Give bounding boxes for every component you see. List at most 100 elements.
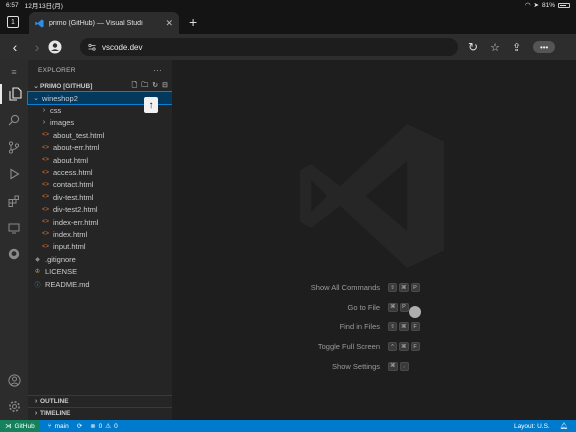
more-menu-button[interactable]: ••• (533, 41, 556, 53)
tree-file[interactable]: ♔ LICENSE (28, 265, 172, 277)
back-button[interactable]: ‹ (4, 39, 26, 55)
shortcut-row[interactable]: Go to File ⌘ P (282, 298, 482, 318)
extensions-icon[interactable] (0, 191, 28, 211)
settings-gear-icon[interactable] (0, 396, 28, 416)
collapse-all-icon[interactable]: ⊟ (162, 81, 168, 92)
timeline-label: TIMELINE (40, 410, 71, 417)
chevron-down-icon: ⌄ (33, 83, 39, 90)
keycap: P (399, 302, 409, 312)
tree-item-label: about-err.html (53, 143, 100, 153)
shortcut-label: Find in Files (339, 322, 380, 332)
forward-button[interactable]: › (26, 39, 48, 55)
tree-item-label: .gitignore (45, 254, 76, 264)
explorer-more-icon[interactable]: ··· (153, 66, 162, 75)
remote-icon: ⋊ (5, 423, 12, 430)
explorer-title: EXPLORER (38, 66, 76, 74)
remote-explorer-icon[interactable] (0, 218, 28, 238)
new-folder-icon[interactable]: 🗀 (141, 81, 148, 92)
refresh-icon[interactable]: ↻ (152, 81, 158, 92)
tree-file[interactable]: <> div-test2.html (28, 204, 172, 216)
tree-file[interactable]: <> div-test.html (28, 191, 172, 203)
source-control-icon[interactable] (0, 137, 28, 157)
tab-switcher-button[interactable]: 1 (7, 16, 19, 28)
html-file-icon: <> (41, 181, 49, 188)
outline-section[interactable]: › OUTLINE (28, 395, 172, 407)
chevron-right-icon: › (42, 107, 46, 115)
shortcut-label: Go to File (347, 302, 380, 312)
tree-file[interactable]: <> about-err.html (28, 142, 172, 154)
remote-indicator[interactable]: ⋊ GitHub (0, 420, 40, 432)
warning-icon: ⚠ (105, 423, 112, 430)
chevron-right-icon: › (34, 398, 38, 405)
github-icon[interactable] (0, 244, 28, 264)
sync-icon: ⟳ (76, 423, 83, 430)
activity-bar: ≡ (0, 60, 28, 420)
welcome-shortcuts: Show All Commands ⇧ ⌘ P Go to File ⌘ P Find in … (282, 278, 482, 376)
tree-file[interactable]: <> contact.html (28, 179, 172, 191)
tree-file[interactable]: ◆ .gitignore (28, 253, 172, 265)
keycap: F (410, 322, 420, 332)
branch-indicator[interactable]: ⑂ main (48, 423, 69, 430)
explorer-icon[interactable] (0, 84, 28, 104)
share-icon[interactable]: ⇪ (512, 41, 521, 54)
branch-icon: ⑂ (47, 422, 52, 430)
battery-fill (560, 4, 567, 6)
keycap: ⇧ (388, 322, 397, 332)
tree-folder[interactable]: › images (28, 117, 172, 129)
repo-section-header[interactable]: ⌄ PRIMO [GITHUB] 🗋 🗀 ↻ ⊟ (28, 80, 172, 92)
tree-file[interactable]: ⓘ README.md (28, 278, 172, 290)
site-info-icon[interactable] (88, 43, 96, 51)
tree-item-label: about.html (53, 155, 89, 165)
account-icon[interactable] (0, 370, 28, 390)
tree-file[interactable]: <> access.html (28, 166, 172, 178)
battery-icon (558, 2, 570, 8)
shortcut-row[interactable]: Find in Files ⇧ ⌘ F (282, 317, 482, 337)
new-file-icon[interactable]: 🗋 (132, 81, 138, 92)
html-file-icon: <> (41, 132, 49, 139)
favorites-icon[interactable]: ☆ (490, 41, 500, 54)
profile-icon[interactable] (48, 40, 62, 54)
vscode-watermark-icon (300, 124, 444, 268)
problems-indicator[interactable]: ⊗ 0 ⚠ 0 (90, 422, 118, 431)
timeline-section[interactable]: › TIMELINE (28, 407, 172, 419)
search-icon[interactable] (0, 110, 28, 130)
tree-file[interactable]: <> index.html (28, 228, 172, 240)
bell-icon[interactable]: 🔔︎ (560, 422, 568, 430)
remote-label: GitHub (14, 422, 35, 430)
battery-percent: 81% (541, 1, 555, 9)
tree-item-label: index.html (53, 229, 88, 239)
shortcut-row[interactable]: Show All Commands ⇧ ⌘ P (282, 278, 482, 298)
shortcut-row[interactable]: Show Settings ⌘, (282, 356, 482, 376)
new-tab-button[interactable]: + (189, 14, 197, 30)
tree-file[interactable]: <> about_test.html (28, 129, 172, 141)
browser-tab-strip: 1 primo (GitHub) — Visual Studi ✕ + (0, 10, 576, 34)
html-file-icon: <> (41, 243, 49, 250)
keyboard-layout[interactable]: Layout: U.S. (514, 423, 550, 430)
editor-area[interactable]: Show All Commands ⇧ ⌘ P Go to File ⌘ P Find in … (172, 60, 576, 420)
reload-icon[interactable]: ↻ (468, 40, 478, 54)
vscode-status-bar: ⋊ GitHub ⑂ main ⟳ ⊗ 0 ⚠ 0 Layout: U.S. 🔔… (0, 420, 576, 432)
keycap: F (410, 342, 420, 352)
menu-icon[interactable]: ≡ (0, 62, 28, 82)
sync-button[interactable]: ⟳ (77, 422, 82, 430)
tree-file[interactable]: <> about.html (28, 154, 172, 166)
chevron-down-icon: ⌄ (33, 95, 39, 103)
keycap: ⌘ (399, 342, 409, 352)
tree-file[interactable]: <> index-err.html (28, 216, 172, 228)
ios-status-bar: 6:57 12月13日(月) ◠ ➤ 81% (0, 0, 576, 10)
keycap: ⌘ (388, 361, 398, 371)
address-bar[interactable]: vscode.dev (80, 38, 458, 56)
keycap: ^ (388, 342, 397, 352)
clock: 6:57 (6, 1, 19, 9)
tree-item-label: input.html (53, 242, 86, 252)
tree-file[interactable]: <> input.html (28, 241, 172, 253)
keycap: ⇧ (388, 283, 397, 293)
chevron-right-icon: › (42, 119, 46, 127)
html-file-icon: <> (41, 157, 49, 164)
tree-item-label: README.md (45, 279, 90, 289)
browser-tab[interactable]: primo (GitHub) — Visual Studi ✕ (29, 12, 179, 34)
keycap: ⌘ (399, 283, 409, 293)
close-tab-icon[interactable]: ✕ (165, 18, 173, 29)
run-debug-icon[interactable] (0, 164, 28, 184)
shortcut-row[interactable]: Toggle Full Screen ^ ⌘ F (282, 337, 482, 357)
